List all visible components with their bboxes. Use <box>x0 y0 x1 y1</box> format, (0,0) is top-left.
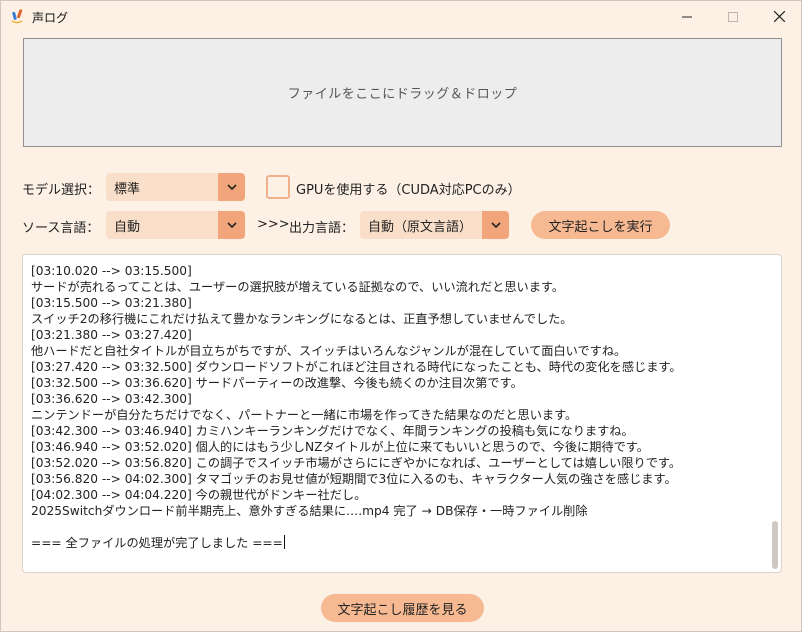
log-line: [03:21.380 --> 03:27.420] <box>31 328 192 342</box>
title-bar: 声ログ <box>1 1 801 32</box>
run-transcription-button[interactable]: 文字起こしを実行 <box>531 211 670 239</box>
source-language-label: ソース言語： <box>22 221 100 236</box>
close-icon <box>773 11 785 22</box>
log-content: [03:10.020 --> 03:15.500] サードが売れるってことは、ユー… <box>31 263 766 551</box>
log-line: [03:27.420 --> 03:32.500] ダウンロードソフトがこれほど… <box>31 360 682 374</box>
log-line: ニンテンドーが自分たちだけでなく、パートナーと一緒に市場を作ってきた結果なのだと… <box>31 408 578 422</box>
model-label: モデル選択： <box>22 183 101 198</box>
log-line: [03:46.940 --> 03:52.020] 個人的にはもう少しNZタイト… <box>31 440 649 454</box>
log-line: [03:32.500 --> 03:36.620] サードパーティーの改進撃、今… <box>31 376 523 390</box>
drop-zone-text: ファイルをここにドラッグ＆ドロップ <box>287 87 518 102</box>
maximize-button[interactable] <box>710 1 756 32</box>
log-line: [03:52.020 --> 03:56.820] この調子でスイッチ市場がさら… <box>31 456 682 470</box>
view-history-label: 文字起こし履歴を見る <box>337 602 468 618</box>
chevron-down-icon[interactable] <box>218 211 245 239</box>
gpu-checkbox[interactable] <box>266 175 290 199</box>
transcription-log[interactable]: [03:10.020 --> 03:15.500] サードが売れるってことは、ユー… <box>22 254 782 573</box>
log-line: [04:02.300 --> 04:04.220] 今の親世代がドンキー社だし。 <box>31 488 367 502</box>
minimize-icon <box>682 16 692 17</box>
minimize-button[interactable] <box>664 1 710 32</box>
gpu-label: GPUを使用する（CUDA対応PCのみ） <box>296 183 521 198</box>
chevron-down-icon[interactable] <box>482 211 509 239</box>
file-drop-zone[interactable]: ファイルをここにドラッグ＆ドロップ <box>23 38 782 147</box>
model-select-value: 標準 <box>114 181 141 197</box>
app-logo-icon <box>9 8 25 24</box>
log-line: [03:15.500 --> 03:21.380] <box>31 296 192 310</box>
arrow-separator: >>> <box>257 217 290 232</box>
output-language-select[interactable]: 自動（原文言語） <box>360 211 509 239</box>
model-select[interactable]: 標準 <box>106 173 245 201</box>
log-scrollbar[interactable] <box>772 521 778 569</box>
log-line: スイッチ2の移行機にこれだけ払えて豊かなランキングになるとは、正直予想していませ… <box>31 312 573 326</box>
log-line: [03:42.300 --> 03:46.940] カミハンキーランキングだけで… <box>31 424 634 438</box>
log-line: 他ハードだと自社タイトルが目立ちがちですが、スイッチはいろんなジャンルが混在して… <box>31 344 627 358</box>
log-line: [03:36.620 --> 03:42.300] <box>31 392 192 406</box>
close-button[interactable] <box>756 1 801 32</box>
log-line: 2025Switchダウンロード前半期売上、意外すぎる結果に….mp4 完了 →… <box>31 504 588 518</box>
log-line: [03:56.820 --> 04:02.300] タマゴッチのお見せ値が短期間… <box>31 472 677 486</box>
window-title: 声ログ <box>32 11 69 25</box>
maximize-icon <box>728 11 738 22</box>
log-line: [03:10.020 --> 03:15.500] <box>31 264 192 278</box>
view-history-button[interactable]: 文字起こし履歴を見る <box>321 594 484 622</box>
source-language-value: 自動 <box>114 219 141 235</box>
output-language-value: 自動（原文言語） <box>368 219 473 235</box>
output-language-label: 出力言語： <box>289 221 355 236</box>
log-line: サードが売れるってことは、ユーザーの選択肢が増えている証拠なので、いい流れだと思… <box>31 280 565 294</box>
run-transcription-label: 文字起こしを実行 <box>548 219 653 235</box>
text-caret <box>283 535 285 549</box>
chevron-down-icon[interactable] <box>218 173 245 201</box>
log-line: === 全ファイルの処理が完了しました === <box>31 535 285 550</box>
app-window: 声ログ ファイルをここにドラッグ＆ドロップ モデル選択： 標準 GPUを使用する… <box>0 0 802 632</box>
source-language-select[interactable]: 自動 <box>106 211 245 239</box>
